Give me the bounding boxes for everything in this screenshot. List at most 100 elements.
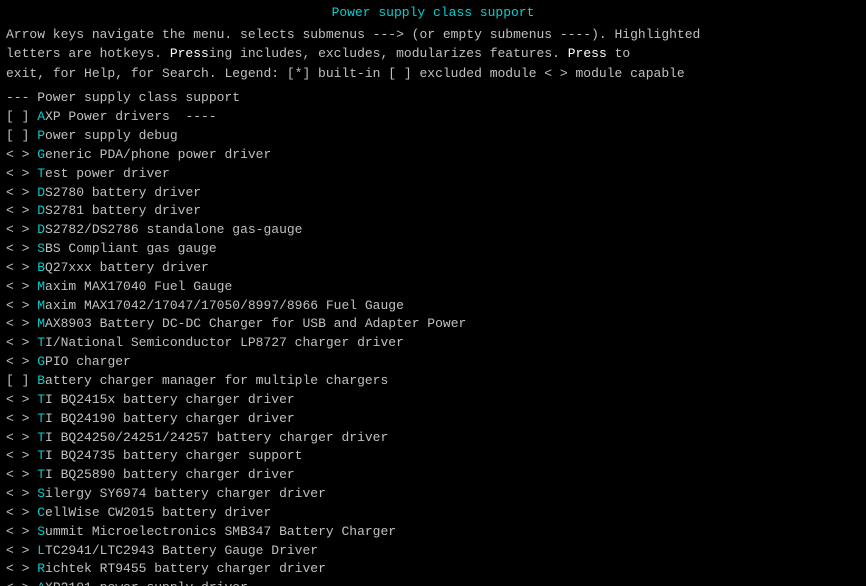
- item-label: TC2941/LTC2943 Battery Gauge Driver: [45, 543, 318, 558]
- item-hotkey: D: [37, 222, 45, 237]
- list-item[interactable]: < > TI BQ25890 battery charger driver: [6, 466, 860, 485]
- item-hotkey: M: [37, 316, 45, 331]
- item-hotkey: A: [37, 109, 45, 124]
- item-hotkey: T: [37, 430, 45, 445]
- item-label: I BQ24735 battery charger support: [45, 448, 302, 463]
- item-hotkey: D: [37, 203, 45, 218]
- item-label: ichtek RT9455 battery charger driver: [45, 561, 326, 576]
- item-prefix: < >: [6, 298, 29, 313]
- item-prefix: < >: [6, 147, 29, 162]
- item-label: S2781 battery driver: [45, 203, 201, 218]
- item-prefix: < >: [6, 524, 29, 539]
- item-prefix: < >: [6, 430, 29, 445]
- item-hotkey: S: [37, 486, 45, 501]
- item-hotkey: B: [37, 373, 45, 388]
- list-item[interactable]: [ ] AXP Power drivers ----: [6, 108, 860, 127]
- item-prefix: < >: [6, 166, 29, 181]
- item-label: S2782/DS2786 standalone gas-gauge: [45, 222, 302, 237]
- list-item[interactable]: < > BQ27xxx battery driver: [6, 259, 860, 278]
- item-hotkey: S: [37, 241, 45, 256]
- list-item[interactable]: < > AXP2101 power supply driver: [6, 579, 860, 586]
- item-hotkey: P: [37, 128, 45, 143]
- item-label: I BQ2415x battery charger driver: [45, 392, 295, 407]
- item-prefix: < >: [6, 354, 29, 369]
- list-item[interactable]: < > TI BQ24190 battery charger driver: [6, 410, 860, 429]
- item-label: XP2101 power supply driver: [45, 580, 248, 586]
- item-hotkey: T: [37, 335, 45, 350]
- item-prefix: < >: [6, 561, 29, 576]
- list-item[interactable]: < > Richtek RT9455 battery charger drive…: [6, 560, 860, 579]
- item-prefix: < >: [6, 222, 29, 237]
- info-text: Arrow keys navigate the menu. selects su…: [6, 25, 860, 84]
- list-item[interactable]: < > Test power driver: [6, 165, 860, 184]
- list-item[interactable]: < > TI/National Semiconductor LP8727 cha…: [6, 334, 860, 353]
- item-prefix: < >: [6, 260, 29, 275]
- item-prefix: < >: [6, 241, 29, 256]
- item-label: axim MAX17042/17047/17050/8997/8966 Fuel…: [45, 298, 404, 313]
- item-hotkey: G: [37, 147, 45, 162]
- list-item[interactable]: < > GPIO charger: [6, 353, 860, 372]
- item-label: I BQ24250/24251/24257 battery charger dr…: [45, 430, 388, 445]
- item-prefix: < >: [6, 335, 29, 350]
- list-item[interactable]: < > Silergy SY6974 battery charger drive…: [6, 485, 860, 504]
- list-item[interactable]: < > TI BQ2415x battery charger driver: [6, 391, 860, 410]
- list-item[interactable]: < > TI BQ24250/24251/24257 battery charg…: [6, 429, 860, 448]
- item-label: I BQ24190 battery charger driver: [45, 411, 295, 426]
- item-prefix: < >: [6, 203, 29, 218]
- section-header: --- Power supply class support: [6, 89, 860, 108]
- item-hotkey: R: [37, 561, 45, 576]
- item-hotkey: B: [37, 260, 45, 275]
- item-prefix: < >: [6, 411, 29, 426]
- item-prefix: < >: [6, 316, 29, 331]
- item-hotkey: T: [37, 411, 45, 426]
- page-title: Power supply class support: [6, 4, 860, 23]
- list-item[interactable]: [ ] Power supply debug: [6, 127, 860, 146]
- list-item[interactable]: < > CellWise CW2015 battery driver: [6, 504, 860, 523]
- item-label: est power driver: [45, 166, 170, 181]
- list-item[interactable]: < > DS2780 battery driver: [6, 184, 860, 203]
- item-prefix: < >: [6, 279, 29, 294]
- item-prefix: < >: [6, 392, 29, 407]
- item-hotkey: M: [37, 298, 45, 313]
- item-hotkey: G: [37, 354, 45, 369]
- list-item[interactable]: < > SBS Compliant gas gauge: [6, 240, 860, 259]
- list-item[interactable]: [ ] Battery charger manager for multiple…: [6, 372, 860, 391]
- list-item[interactable]: < > Generic PDA/phone power driver: [6, 146, 860, 165]
- item-prefix: [ ]: [6, 109, 29, 124]
- item-label: ower supply debug: [45, 128, 178, 143]
- item-prefix: [ ]: [6, 373, 29, 388]
- item-label: AX8903 Battery DC-DC Charger for USB and…: [45, 316, 466, 331]
- item-prefix: < >: [6, 580, 29, 586]
- item-label: S2780 battery driver: [45, 185, 201, 200]
- item-hotkey: S: [37, 524, 45, 539]
- list-item[interactable]: < > Summit Microelectronics SMB347 Batte…: [6, 523, 860, 542]
- item-label: axim MAX17040 Fuel Gauge: [45, 279, 232, 294]
- list-item[interactable]: < > MAX8903 Battery DC-DC Charger for US…: [6, 315, 860, 334]
- item-prefix: < >: [6, 486, 29, 501]
- list-item[interactable]: < > DS2782/DS2786 standalone gas-gauge: [6, 221, 860, 240]
- item-label: Q27xxx battery driver: [45, 260, 209, 275]
- item-hotkey: D: [37, 185, 45, 200]
- list-item[interactable]: < > TI BQ24735 battery charger support: [6, 447, 860, 466]
- menu-area: --- Power supply class support [ ] AXP P…: [6, 89, 860, 586]
- item-prefix: < >: [6, 543, 29, 558]
- item-hotkey: L: [37, 543, 45, 558]
- item-prefix: < >: [6, 448, 29, 463]
- item-prefix: [ ]: [6, 128, 29, 143]
- item-hotkey: T: [37, 166, 45, 181]
- item-hotkey: A: [37, 580, 45, 586]
- item-hotkey: M: [37, 279, 45, 294]
- item-label: I BQ25890 battery charger driver: [45, 467, 295, 482]
- list-item[interactable]: < > DS2781 battery driver: [6, 202, 860, 221]
- item-hotkey: C: [37, 505, 45, 520]
- item-hotkey: T: [37, 448, 45, 463]
- list-item[interactable]: < > Maxim MAX17042/17047/17050/8997/8966…: [6, 297, 860, 316]
- item-label: ilergy SY6974 battery charger driver: [45, 486, 326, 501]
- item-prefix: < >: [6, 185, 29, 200]
- item-label: BS Compliant gas gauge: [45, 241, 217, 256]
- list-item[interactable]: < > LTC2941/LTC2943 Battery Gauge Driver: [6, 542, 860, 561]
- list-item[interactable]: < > Maxim MAX17040 Fuel Gauge: [6, 278, 860, 297]
- item-label: I/National Semiconductor LP8727 charger …: [45, 335, 404, 350]
- item-label: eneric PDA/phone power driver: [45, 147, 271, 162]
- item-label: XP Power drivers ----: [45, 109, 217, 124]
